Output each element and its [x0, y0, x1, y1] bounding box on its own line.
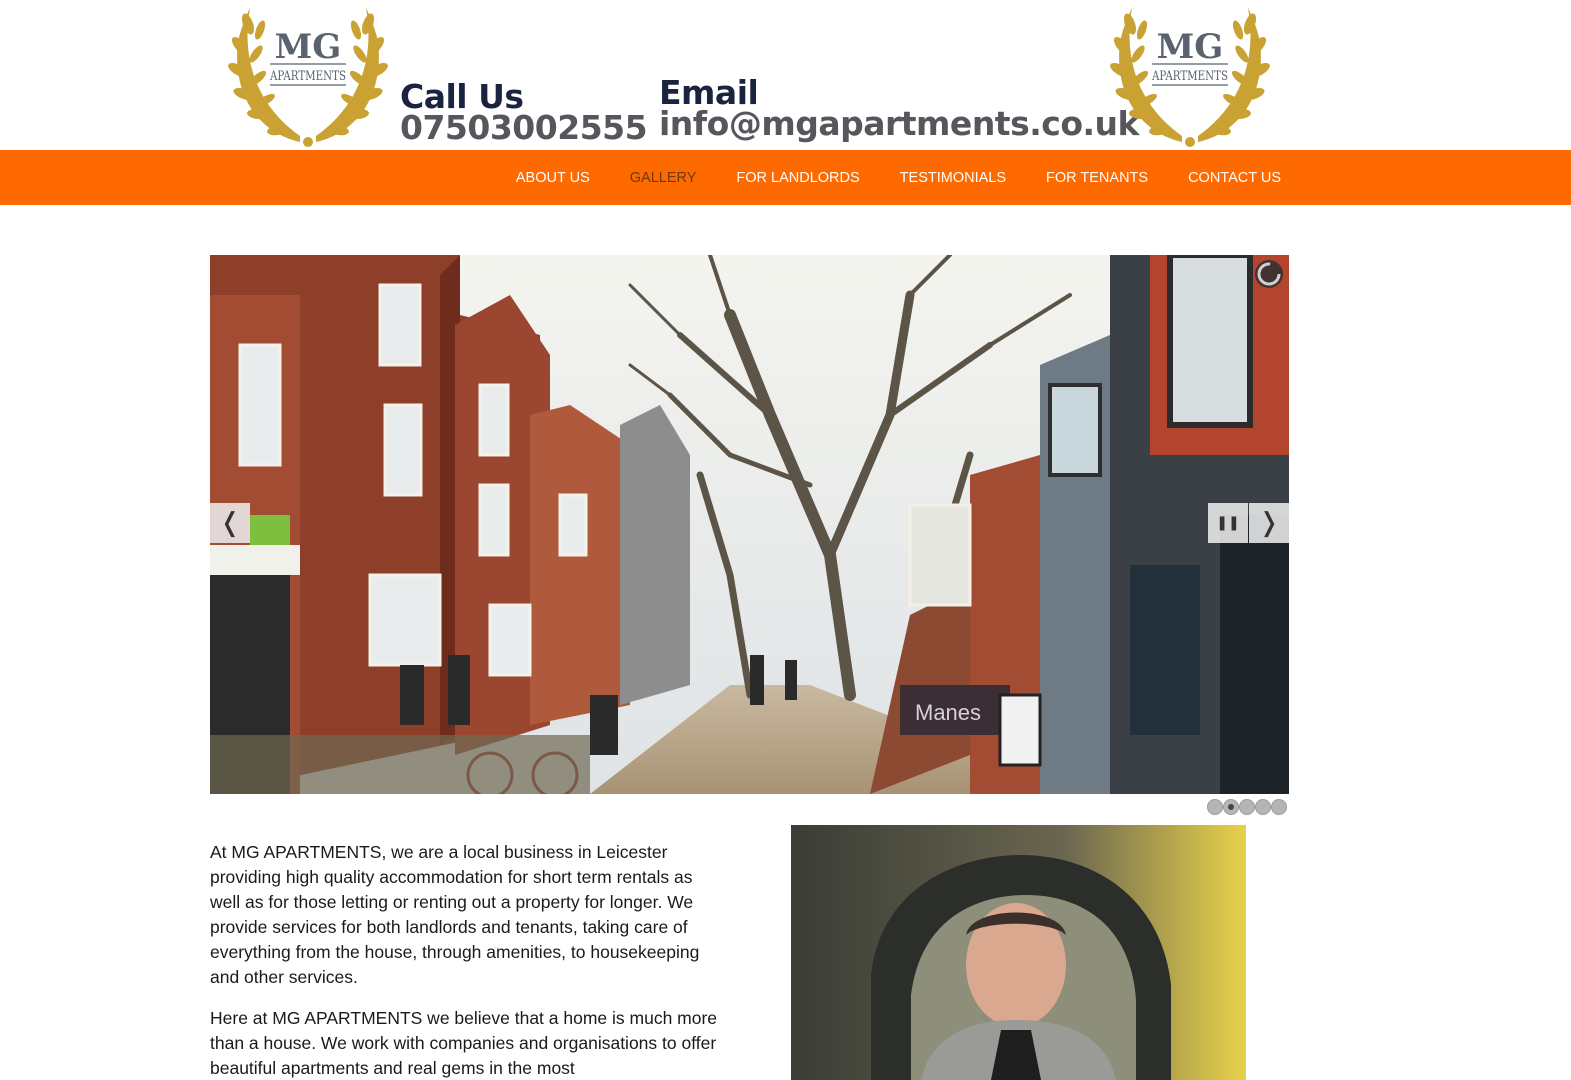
slider-pause-button[interactable]: ❚❚: [1208, 503, 1248, 543]
logo-line2: APARTMENTS: [269, 69, 346, 84]
logo-right[interactable]: MG APARTMENTS: [1108, 2, 1272, 148]
slider-dot-2[interactable]: [1223, 799, 1239, 815]
logo-line1: MG: [1157, 27, 1224, 67]
slider-prev-button[interactable]: ❬: [210, 503, 250, 543]
email-address[interactable]: info@mgapartments.co.uk: [659, 107, 1139, 140]
call-us-block[interactable]: Call Us 07503002555: [400, 80, 648, 144]
laurel-logo-icon: MG APARTMENTS: [228, 8, 388, 147]
nav-item-for-landlords[interactable]: FOR LANDLORDS: [736, 170, 859, 186]
slider-dot-3[interactable]: [1239, 799, 1255, 815]
logo-left[interactable]: MG APARTMENTS: [226, 2, 390, 148]
main-nav: ABOUT US GALLERY FOR LANDLORDS TESTIMONI…: [0, 150, 1571, 205]
shop-sign: Manes: [915, 700, 981, 725]
logo-line1: MG: [275, 27, 342, 67]
portrait-image: [791, 825, 1246, 1080]
email-block[interactable]: Email info@mgapartments.co.uk: [659, 76, 1139, 140]
nav-item-about-us[interactable]: ABOUT US: [516, 170, 590, 186]
intro-paragraph-2: Here at MG APARTMENTS we believe that a …: [210, 1008, 718, 1078]
slider-pagination: [1207, 799, 1287, 815]
loading-spinner-icon: [1255, 260, 1283, 288]
nav-item-gallery[interactable]: GALLERY: [630, 170, 697, 186]
page: MG APARTMENTS Call Us 07503002555 Email …: [0, 0, 1571, 1080]
nav-item-contact-us[interactable]: CONTACT US: [1188, 170, 1281, 186]
chevron-left-icon: ❬: [219, 508, 241, 538]
slider-next-button[interactable]: ❭: [1249, 503, 1289, 543]
slide-image-street-scene: Manes: [210, 255, 1289, 794]
nav-item-testimonials[interactable]: TESTIMONIALS: [900, 170, 1006, 186]
laurel-logo-icon: MG APARTMENTS: [1110, 8, 1270, 147]
logo-line2: APARTMENTS: [1151, 69, 1228, 84]
site-header: MG APARTMENTS Call Us 07503002555 Email …: [0, 0, 1571, 150]
slider-dot-1[interactable]: [1207, 799, 1223, 815]
nav-item-for-tenants[interactable]: FOR TENANTS: [1046, 170, 1148, 186]
slider-dot-5[interactable]: [1271, 799, 1287, 815]
image-slider[interactable]: Manes ❬ ❚❚ ❭: [210, 255, 1289, 794]
intro-text: At MG APARTMENTS, we are a local busines…: [210, 840, 725, 1080]
intro-paragraph-1: At MG APARTMENTS, we are a local busines…: [210, 842, 700, 987]
nav-list: ABOUT US GALLERY FOR LANDLORDS TESTIMONI…: [476, 150, 1281, 205]
phone-number[interactable]: 07503002555: [400, 111, 648, 144]
pause-icon: ❚❚: [1216, 515, 1240, 531]
owner-portrait-image: [791, 825, 1246, 1080]
chevron-right-icon: ❭: [1258, 508, 1280, 538]
slider-dot-4[interactable]: [1255, 799, 1271, 815]
